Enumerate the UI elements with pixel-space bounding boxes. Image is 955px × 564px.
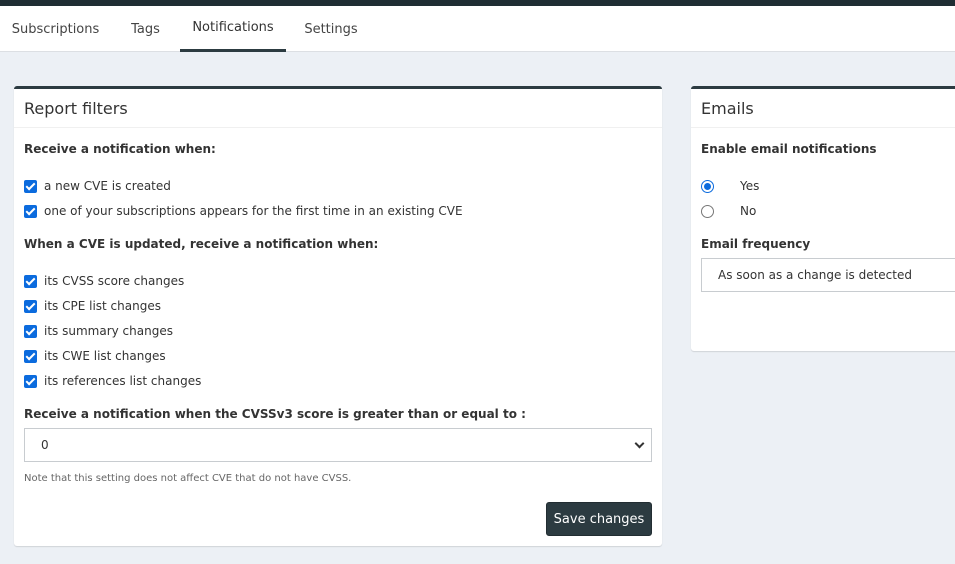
references-change-checkbox[interactable] bbox=[24, 374, 37, 388]
first-time-label: one of your subscriptions appears for th… bbox=[44, 204, 463, 218]
email-no-option[interactable]: No bbox=[701, 202, 756, 220]
email-no-radio[interactable] bbox=[701, 204, 714, 218]
emails-box: Emails Enable email notifications Yes No… bbox=[691, 86, 955, 351]
tab-notifications[interactable]: Notifications bbox=[180, 6, 286, 52]
cvss-threshold-select[interactable]: 0 bbox=[24, 428, 652, 462]
new-cve-label: a new CVE is created bbox=[44, 179, 171, 193]
email-frequency-label: Email frequency bbox=[701, 237, 811, 251]
enable-email-label: Enable email notifications bbox=[701, 142, 877, 156]
new-cve-option[interactable]: a new CVE is created bbox=[24, 177, 171, 195]
chevron-down-icon bbox=[634, 438, 645, 449]
first-time-checkbox[interactable] bbox=[24, 204, 37, 218]
email-frequency-select[interactable]: As soon as a change is detected bbox=[701, 258, 955, 292]
cvss-change-checkbox[interactable] bbox=[24, 274, 37, 288]
emails-title: Emails bbox=[691, 89, 955, 128]
email-yes-radio[interactable] bbox=[701, 179, 714, 193]
cpe-change-label: its CPE list changes bbox=[44, 299, 161, 313]
summary-change-checkbox[interactable] bbox=[24, 324, 37, 338]
summary-change-label: its summary changes bbox=[44, 324, 173, 338]
email-yes-option[interactable]: Yes bbox=[701, 177, 759, 195]
cvss-threshold-value: 0 bbox=[41, 438, 49, 452]
references-change-label: its references list changes bbox=[44, 374, 202, 388]
save-changes-button[interactable]: Save changes bbox=[546, 502, 652, 536]
email-yes-label: Yes bbox=[740, 179, 760, 193]
cvss-change-option[interactable]: its CVSS score changes bbox=[24, 272, 184, 290]
references-change-option[interactable]: its references list changes bbox=[24, 372, 201, 390]
report-filters-box: Report filters Receive a notification wh… bbox=[14, 86, 662, 546]
email-frequency-value: As soon as a change is detected bbox=[718, 268, 912, 282]
tab-subscriptions[interactable]: Subscriptions bbox=[0, 6, 111, 52]
cpe-change-checkbox[interactable] bbox=[24, 299, 37, 313]
tab-bar: Subscriptions Tags Notifications Setting… bbox=[0, 6, 955, 52]
cvss-note: Note that this setting does not affect C… bbox=[24, 473, 352, 484]
cvss-change-label: its CVSS score changes bbox=[44, 274, 185, 288]
email-no-label: No bbox=[740, 204, 757, 218]
cwe-change-label: its CWE list changes bbox=[44, 349, 166, 363]
receive-when-label: Receive a notification when: bbox=[24, 142, 216, 156]
first-time-option[interactable]: one of your subscriptions appears for th… bbox=[24, 202, 463, 220]
cvss-threshold-label: Receive a notification when the CVSSv3 s… bbox=[24, 407, 526, 421]
cwe-change-option[interactable]: its CWE list changes bbox=[24, 347, 166, 365]
report-filters-title: Report filters bbox=[14, 89, 662, 128]
tab-tags[interactable]: Tags bbox=[111, 6, 180, 52]
cwe-change-checkbox[interactable] bbox=[24, 349, 37, 363]
new-cve-checkbox[interactable] bbox=[24, 179, 37, 193]
summary-change-option[interactable]: its summary changes bbox=[24, 322, 173, 340]
cpe-change-option[interactable]: its CPE list changes bbox=[24, 297, 161, 315]
updated-label: When a CVE is updated, receive a notific… bbox=[24, 237, 379, 251]
tab-settings[interactable]: Settings bbox=[286, 6, 376, 52]
